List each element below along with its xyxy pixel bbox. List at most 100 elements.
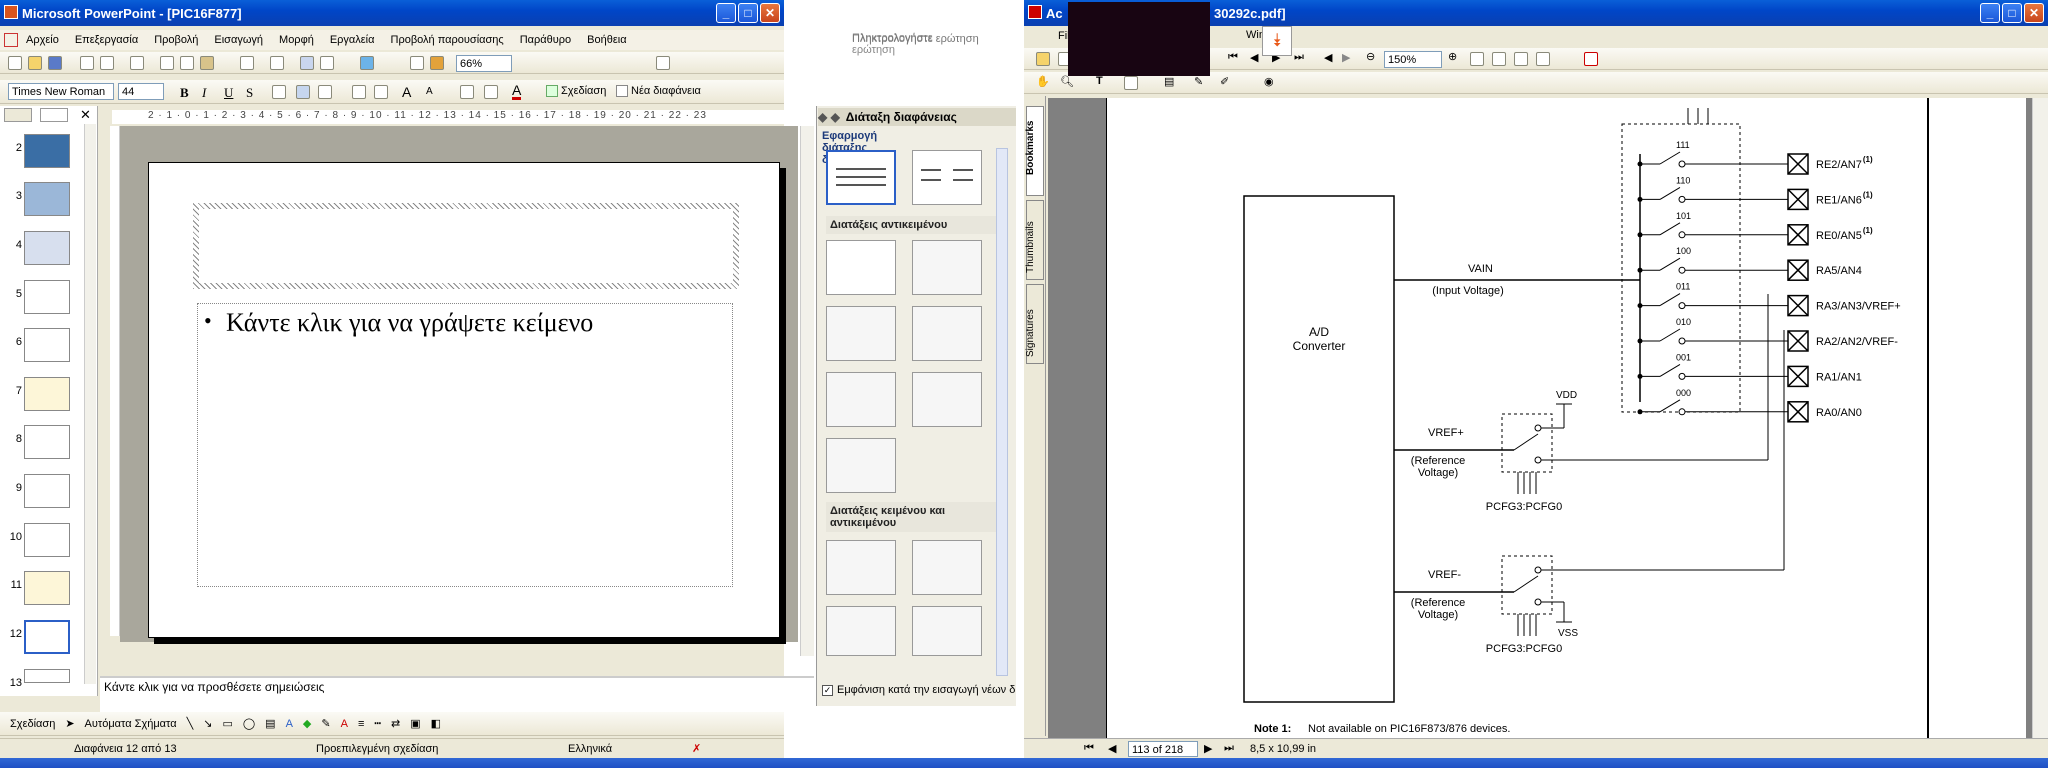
table-icon[interactable] xyxy=(320,56,334,70)
acrobat-minimize-button[interactable]: _ xyxy=(1980,3,2000,23)
grid-icon[interactable] xyxy=(410,56,424,70)
align-left-icon[interactable] xyxy=(272,85,286,99)
zoom-out-icon[interactable]: ⊖ xyxy=(1366,50,1375,63)
select-arrow-icon[interactable]: ➤ xyxy=(65,717,74,730)
page-number-field[interactable]: 113 of 218 xyxy=(1128,741,1198,757)
wordart-icon[interactable]: A xyxy=(286,718,293,730)
fill-color-icon[interactable]: ◆ xyxy=(303,717,311,730)
back-arrow-icon[interactable]: ◆ ◆ xyxy=(818,110,840,124)
layout-text-content-4[interactable] xyxy=(912,606,982,656)
menu-help[interactable]: Βοήθεια xyxy=(579,34,634,46)
menu-format[interactable]: Μορφή xyxy=(271,34,322,46)
dash-style-icon[interactable]: ┅ xyxy=(374,717,381,730)
slide-thumb-8[interactable] xyxy=(24,425,70,459)
slide-thumb-3[interactable] xyxy=(24,182,70,216)
go-back-icon[interactable]: ◀ xyxy=(1324,51,1332,64)
slide-thumb-10[interactable] xyxy=(24,523,70,557)
status-next-page-icon[interactable]: ▶ xyxy=(1204,742,1212,755)
help-icon[interactable] xyxy=(656,56,670,70)
open-icon[interactable] xyxy=(28,56,42,70)
hand-tool-icon[interactable]: ✋ xyxy=(1036,75,1050,88)
layout-blank[interactable] xyxy=(826,240,896,295)
slide-thumb-6[interactable] xyxy=(24,328,70,362)
show-on-insert-option[interactable]: ✓ Εμφάνιση κατά την εισαγωγή νέων δ xyxy=(822,684,1018,696)
layout-text-content-1[interactable] xyxy=(826,540,896,595)
acrobat-open-icon[interactable] xyxy=(1036,52,1050,66)
3d-icon[interactable]: ◧ xyxy=(431,717,441,730)
menu-insert[interactable]: Εισαγωγή xyxy=(206,34,271,46)
body-placeholder[interactable]: • Κάντε κλικ για να γράψετε κείμενο xyxy=(197,303,733,587)
status-last-page-icon[interactable]: ⏭ xyxy=(1224,742,1234,755)
zoom-tool-icon[interactable]: 🔍︎ xyxy=(1060,75,1074,88)
show-on-insert-checkbox[interactable]: ✓ xyxy=(822,684,833,696)
arrow-icon[interactable]: ↘ xyxy=(203,717,212,730)
layout-text-content-2[interactable] xyxy=(912,540,982,595)
underline-button[interactable]: U xyxy=(224,85,233,101)
task-pane-scrollbar[interactable] xyxy=(996,148,1008,676)
ppt-doc-icon[interactable] xyxy=(4,33,18,47)
numbering-icon[interactable] xyxy=(352,85,366,99)
last-page-icon[interactable]: ⏭ xyxy=(1294,51,1304,64)
status-first-page-icon[interactable]: ⏮ xyxy=(1084,742,1094,755)
text-select-icon[interactable]: T xyxy=(1096,75,1103,87)
slide-thumb-12[interactable] xyxy=(24,620,70,654)
line-color-icon[interactable]: ✎ xyxy=(321,717,330,730)
download-arrow-icon[interactable]: ⯯ xyxy=(1262,26,1292,56)
acrobat-vertical-scrollbar[interactable] xyxy=(2032,98,2048,738)
font-color-button[interactable]: A xyxy=(512,83,522,100)
go-forward-icon[interactable]: ▶ xyxy=(1342,51,1350,64)
layout-content-four[interactable] xyxy=(912,372,982,427)
textbox-icon[interactable]: ▤ xyxy=(265,717,275,730)
first-page-icon[interactable]: ⏮ xyxy=(1228,51,1238,64)
highlight-tool-icon[interactable]: ✐ xyxy=(1220,75,1229,88)
menu-file[interactable]: Αρχείο xyxy=(18,34,67,46)
layout-four-content[interactable] xyxy=(826,438,896,493)
layout-title-two-content[interactable] xyxy=(912,306,982,361)
menu-view[interactable]: Προβολή xyxy=(146,34,206,46)
slide-thumb-2[interactable] xyxy=(24,134,70,168)
arrow-style-icon[interactable]: ⇄ xyxy=(391,717,400,730)
hyperlink-icon[interactable] xyxy=(360,56,374,70)
undo-icon[interactable] xyxy=(240,56,254,70)
status-prev-page-icon[interactable]: ◀ xyxy=(1108,742,1116,755)
grow-font-button[interactable]: A xyxy=(402,84,411,100)
notes-pane[interactable]: Κάντε κλικ για να προσθέσετε σημειώσεις xyxy=(100,676,814,712)
line-icon[interactable]: ╲ xyxy=(187,717,194,730)
maximize-button[interactable]: □ xyxy=(738,3,758,23)
layout-title-four-content[interactable] xyxy=(826,372,896,427)
font-size-select[interactable]: 44 xyxy=(118,83,164,100)
slide-thumb-13[interactable] xyxy=(24,669,70,683)
snapshot-icon[interactable] xyxy=(1124,76,1138,90)
slide-thumb-9[interactable] xyxy=(24,474,70,508)
ppt-title-bar[interactable]: Microsoft PowerPoint - [PIC16F877] _ □ ✕ xyxy=(0,0,784,26)
increase-indent-icon[interactable] xyxy=(484,85,498,99)
shadow-icon[interactable]: ▣ xyxy=(410,717,420,730)
copy-icon[interactable] xyxy=(180,56,194,70)
ppt-app-icon[interactable] xyxy=(4,5,18,19)
shrink-font-button[interactable]: A xyxy=(426,86,433,97)
color-icon[interactable] xyxy=(430,56,444,70)
stamp-tool-icon[interactable]: ◉ xyxy=(1264,75,1274,88)
slide-thumb-5[interactable] xyxy=(24,280,70,314)
fit-page-icon[interactable] xyxy=(1492,52,1506,66)
layout-two-column[interactable] xyxy=(912,150,982,205)
thumbnails-tab[interactable]: Thumbnails xyxy=(1025,200,1044,280)
actual-size-icon[interactable] xyxy=(1470,52,1484,66)
redo-icon[interactable] xyxy=(270,56,284,70)
minimize-button[interactable]: _ xyxy=(716,3,736,23)
font-name-select[interactable]: Times New Roman xyxy=(8,83,114,100)
bookmarks-tab[interactable]: Bookmarks xyxy=(1025,106,1044,196)
line-style-icon[interactable]: ≡ xyxy=(358,718,364,730)
bold-button[interactable]: B xyxy=(180,85,189,101)
slide-thumb-11[interactable] xyxy=(24,571,70,605)
layout-title-only[interactable] xyxy=(826,150,896,205)
pencil-tool-icon[interactable]: ✎ xyxy=(1194,75,1203,88)
layout-content[interactable] xyxy=(912,240,982,295)
new-slide-button[interactable]: Νέα διαφάνεια xyxy=(616,85,701,97)
menu-window[interactable]: Παράθυρο xyxy=(512,34,579,46)
layout-title-content[interactable] xyxy=(826,306,896,361)
spelling-icon[interactable] xyxy=(130,56,144,70)
slides-pane-scrollbar[interactable] xyxy=(84,124,96,684)
acrobat-maximize-button[interactable]: □ xyxy=(2002,3,2022,23)
zoom-select[interactable]: 66% xyxy=(456,55,512,72)
